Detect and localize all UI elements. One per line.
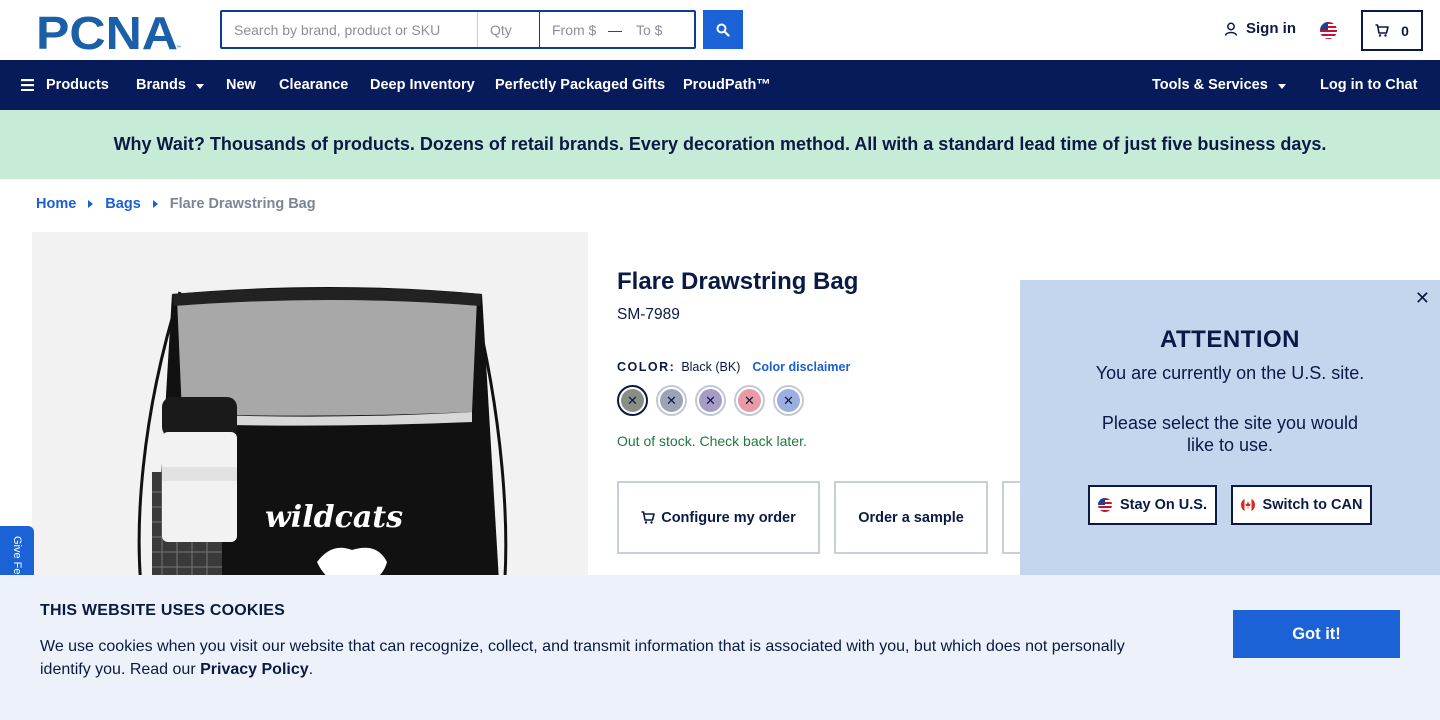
- caret-down-icon: [1277, 83, 1286, 89]
- color-row: COLOR: Black (BK) Color disclaimer: [617, 360, 850, 374]
- top-header: PCNA ™ — Sign in: [0, 0, 1440, 60]
- svg-text:™: ™: [176, 45, 181, 50]
- nav-tools-label: Tools & Services: [1152, 77, 1268, 93]
- menu-icon: [21, 79, 34, 91]
- qty-input[interactable]: [478, 12, 540, 47]
- search-bar: —: [220, 10, 696, 49]
- unavailable-x-icon: ✕: [777, 389, 800, 412]
- caret-down-icon: [195, 83, 204, 89]
- order-sample-label: Order a sample: [858, 509, 964, 526]
- price-from-input[interactable]: [540, 12, 606, 47]
- modal-title: ATTENTION: [1159, 326, 1301, 353]
- color-label: COLOR:: [617, 360, 676, 374]
- nav-chat[interactable]: Log in to Chat: [1320, 60, 1417, 110]
- accept-cookies-button[interactable]: Got it!: [1233, 610, 1400, 658]
- color-swatch[interactable]: ✕: [617, 385, 648, 416]
- search-input[interactable]: [222, 12, 478, 47]
- nav-proudpath[interactable]: ProudPath™: [683, 60, 771, 110]
- unavailable-x-icon: ✕: [621, 389, 644, 412]
- price-to-input[interactable]: [624, 12, 694, 47]
- range-dash: —: [608, 21, 622, 38]
- us-flag-icon: [1097, 498, 1112, 512]
- site-select-modal: ✕ ATTENTION You are currently on the U.S…: [1020, 280, 1440, 580]
- modal-select-text: Please select the site you would like to…: [1101, 413, 1359, 455]
- color-swatch[interactable]: ✕: [734, 385, 765, 416]
- cookie-text: We use cookies when you visit our websit…: [40, 635, 1150, 681]
- cart-button[interactable]: 0: [1361, 10, 1423, 51]
- modal-current-site-text: You are currently on the U.S. site.: [1095, 363, 1365, 383]
- cookie-title: THIS WEBSITE USES COOKIES: [40, 602, 286, 619]
- us-flag-icon[interactable]: [1320, 22, 1337, 39]
- color-swatches: ✕ ✕ ✕ ✕ ✕: [617, 385, 804, 416]
- pcna-logo[interactable]: PCNA ™: [36, 12, 184, 50]
- breadcrumb-home[interactable]: Home: [36, 196, 76, 212]
- privacy-policy-link[interactable]: Privacy Policy: [200, 661, 309, 678]
- sign-in-label: Sign in: [1246, 20, 1296, 37]
- nav-brands[interactable]: Brands: [136, 60, 204, 110]
- color-swatch[interactable]: ✕: [773, 385, 804, 416]
- cart-icon: [641, 511, 656, 524]
- nav-products-label: Products: [46, 77, 109, 93]
- unavailable-x-icon: ✕: [699, 389, 722, 412]
- search-button[interactable]: [703, 10, 743, 49]
- cookie-period: .: [308, 661, 314, 678]
- svg-text:PCNA: PCNA: [36, 12, 178, 50]
- nav-gifts[interactable]: Perfectly Packaged Gifts: [495, 60, 665, 110]
- search-icon: [716, 23, 730, 37]
- nav-new[interactable]: New: [226, 60, 256, 110]
- promo-banner: Why Wait? Thousands of products. Dozens …: [0, 110, 1440, 179]
- switch-can-button[interactable]: Switch to CAN: [1231, 485, 1372, 525]
- stay-us-label: Stay On U.S.: [1119, 497, 1208, 513]
- nav-clearance[interactable]: Clearance: [279, 60, 348, 110]
- main-nav: Products Brands New Clearance Deep Inven…: [0, 60, 1440, 110]
- sign-in-link[interactable]: Sign in: [1224, 20, 1296, 37]
- nav-deep-inventory[interactable]: Deep Inventory: [370, 60, 475, 110]
- product-title: Flare Drawstring Bag: [617, 268, 859, 295]
- close-icon[interactable]: ✕: [1415, 288, 1430, 309]
- nav-tools[interactable]: Tools & Services: [1152, 60, 1286, 110]
- chevron-right-icon: [152, 200, 158, 208]
- unavailable-x-icon: ✕: [738, 389, 761, 412]
- stay-us-button[interactable]: Stay On U.S.: [1088, 485, 1217, 525]
- order-sample-button[interactable]: Order a sample: [834, 481, 988, 554]
- user-icon: [1224, 22, 1238, 36]
- color-disclaimer-link[interactable]: Color disclaimer: [752, 360, 850, 374]
- canada-flag-icon: [1240, 498, 1255, 512]
- breadcrumb-bags[interactable]: Bags: [105, 196, 140, 212]
- unavailable-x-icon: ✕: [660, 389, 683, 412]
- feedback-label: Give Fe: [11, 536, 23, 575]
- color-swatch[interactable]: ✕: [656, 385, 687, 416]
- color-swatch[interactable]: ✕: [695, 385, 726, 416]
- promo-text: Why Wait? Thousands of products. Dozens …: [113, 134, 1327, 154]
- breadcrumb: Home Bags Flare Drawstring Bag: [36, 196, 316, 212]
- drawstring-bag-image: wildcats: [137, 287, 508, 632]
- cookie-banner: THIS WEBSITE USES COOKIES We use cookies…: [0, 575, 1440, 720]
- nav-products[interactable]: Products: [21, 60, 109, 110]
- product-sku: SM-7989: [617, 306, 680, 323]
- cart-icon: [1375, 24, 1389, 37]
- configure-order-label: Configure my order: [661, 509, 796, 526]
- color-value: Black (BK): [681, 360, 741, 374]
- nav-brands-label: Brands: [136, 77, 186, 93]
- stock-status: Out of stock. Check back later.: [617, 433, 807, 449]
- configure-order-button[interactable]: Configure my order: [617, 481, 820, 554]
- product-image[interactable]: wildcats: [32, 232, 588, 632]
- cart-count: 0: [1401, 22, 1409, 39]
- svg-text:wildcats: wildcats: [265, 500, 403, 535]
- switch-can-label: Switch to CAN: [1262, 497, 1363, 513]
- chevron-right-icon: [88, 200, 94, 208]
- breadcrumb-current: Flare Drawstring Bag: [169, 196, 316, 212]
